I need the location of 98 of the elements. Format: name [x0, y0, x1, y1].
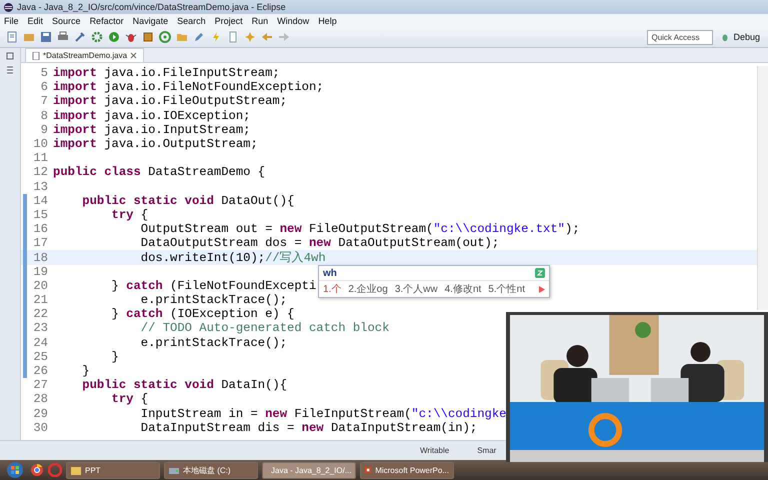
line-number: 24 — [32, 336, 49, 350]
code-line: InputStream in = new FileInputStream("c:\\codingke — [140, 406, 506, 421]
line-number: 17 — [32, 236, 49, 250]
code-line: import java.io.IOException; — [53, 108, 250, 123]
code-line: } catch (IOException e) { — [110, 307, 294, 322]
menu-item[interactable]: Search — [177, 16, 206, 26]
line-number: 18 — [32, 250, 49, 265]
line-number: 12 — [32, 165, 49, 180]
eclipse-icon — [4, 2, 13, 12]
line-number: 11 — [32, 151, 49, 166]
line-number: 25 — [32, 350, 49, 364]
outline-icon[interactable] — [6, 66, 14, 76]
page-icon[interactable] — [227, 31, 239, 43]
menu-item[interactable]: Window — [277, 16, 310, 26]
ime-candidate[interactable]: 3.个人ww — [394, 282, 438, 296]
quick-access-field[interactable]: Quick Access — [647, 30, 714, 44]
restore-icon[interactable] — [6, 52, 14, 60]
printer-icon[interactable] — [57, 31, 69, 43]
line-number: 5 — [40, 66, 49, 80]
slides-icon — [365, 465, 372, 475]
code-line: // TODO Auto-generated catch block — [140, 321, 390, 336]
taskbar-button[interactable]: PPT — [66, 462, 160, 478]
left-arrow-icon[interactable] — [261, 31, 273, 43]
open-folder-icon[interactable] — [176, 31, 188, 43]
line-number: 10 — [32, 137, 49, 152]
code-line: import java.io.OutputStream; — [53, 137, 258, 152]
menu-item[interactable]: File — [4, 16, 19, 26]
file-icon — [32, 52, 40, 60]
line-number: 28 — [32, 392, 49, 406]
menu-item[interactable]: Navigate — [132, 16, 168, 26]
code-line: try { — [110, 208, 148, 222]
debug-perspective-button[interactable]: Debug — [718, 32, 762, 42]
line-number: 19 — [32, 264, 49, 279]
folder-icon — [71, 466, 81, 474]
ime-input-text: wh — [323, 268, 337, 278]
code-line: dos.writeInt(10);//写入4wh — [140, 250, 326, 266]
folder-icon[interactable] — [23, 31, 35, 43]
document-icon[interactable] — [6, 31, 18, 43]
code-line: import java.io.InputStream; — [53, 122, 250, 137]
menu-item[interactable]: Help — [318, 16, 337, 26]
code-line: DataOutputStream dos = new DataOutputStream(out); — [140, 236, 500, 250]
code-line: } — [110, 350, 119, 364]
code-line: e.printStackTrace(); — [140, 293, 288, 308]
ime-candidate[interactable]: 1.个 — [323, 282, 342, 296]
line-number: 27 — [32, 378, 49, 392]
code-line: import java.io.FileInputStream; — [53, 66, 280, 80]
line-number: 7 — [40, 94, 49, 108]
code-line: import java.io.FileNotFoundException; — [53, 80, 324, 94]
code-line: public class DataStreamDemo { — [53, 165, 266, 180]
status-text: Smar — [477, 446, 496, 455]
ime-candidate[interactable]: 4.修改nt — [444, 282, 482, 296]
taskbar-button[interactable]: 本地磁盘 (C:) — [164, 462, 258, 478]
ime-candidate[interactable]: 5.个性nt — [488, 282, 525, 296]
editor-tab[interactable]: *DataStreamDemo.java — [25, 48, 144, 62]
code-line: } catch (FileNotFoundExcepti — [110, 278, 316, 293]
menu-item[interactable]: Source — [52, 16, 81, 26]
sparkle-icon[interactable] — [244, 31, 256, 43]
status-text: Writable — [420, 446, 450, 455]
line-number: 15 — [32, 208, 49, 222]
keyboard-logo-icon — [535, 268, 545, 278]
wrench-icon[interactable] — [74, 31, 86, 43]
window-title: Java - Java_8_2_IO/src/com/vince/DataStreamDemo.java - Eclipse — [17, 2, 286, 12]
line-number: 9 — [40, 122, 49, 137]
next-page-icon[interactable] — [539, 286, 545, 292]
menu-item[interactable]: Run — [252, 16, 268, 26]
code-line: OutputStream out = new FileOutputStream("c:\\codingke.txt"); — [140, 222, 580, 236]
line-number: 23 — [32, 321, 49, 336]
line-number: 13 — [32, 180, 49, 194]
line-number: 8 — [40, 108, 49, 123]
pencil-icon[interactable] — [193, 31, 205, 43]
start-button[interactable] — [4, 461, 26, 479]
line-number: 26 — [32, 364, 49, 378]
line-number: 29 — [32, 406, 49, 421]
target-icon[interactable] — [159, 31, 171, 43]
gear-icon[interactable] — [91, 31, 103, 43]
line-number: 22 — [32, 307, 49, 322]
line-number: 16 — [32, 222, 49, 236]
line-number: 30 — [32, 420, 49, 435]
code-line: } — [81, 364, 90, 378]
menu-item[interactable]: Edit — [28, 16, 44, 26]
menu-item[interactable]: Project — [214, 16, 243, 26]
ime-candidate[interactable]: 2.企业og — [348, 282, 388, 296]
code-line: public static void DataIn(){ — [81, 378, 288, 392]
line-number: 20 — [32, 278, 49, 293]
play-icon[interactable] — [108, 31, 120, 43]
taskbar-button[interactable]: Microsoft PowerPo... — [360, 462, 454, 478]
close-icon[interactable] — [130, 52, 138, 59]
code-line: e.printStackTrace(); — [140, 336, 288, 350]
drive-icon — [169, 466, 179, 474]
code-line: import java.io.FileOutputStream; — [53, 94, 288, 108]
code-line: try { — [110, 392, 148, 406]
menu-item[interactable]: Refactor — [90, 16, 124, 26]
code-line: DataInputStream dis = new DataInputStream(in); — [140, 420, 478, 435]
scrollbar[interactable] — [757, 66, 768, 310]
line-number: 21 — [32, 293, 49, 308]
line-number: 6 — [40, 80, 49, 94]
code-line: public static void DataOut(){ — [81, 194, 294, 208]
line-number: 14 — [32, 194, 49, 208]
